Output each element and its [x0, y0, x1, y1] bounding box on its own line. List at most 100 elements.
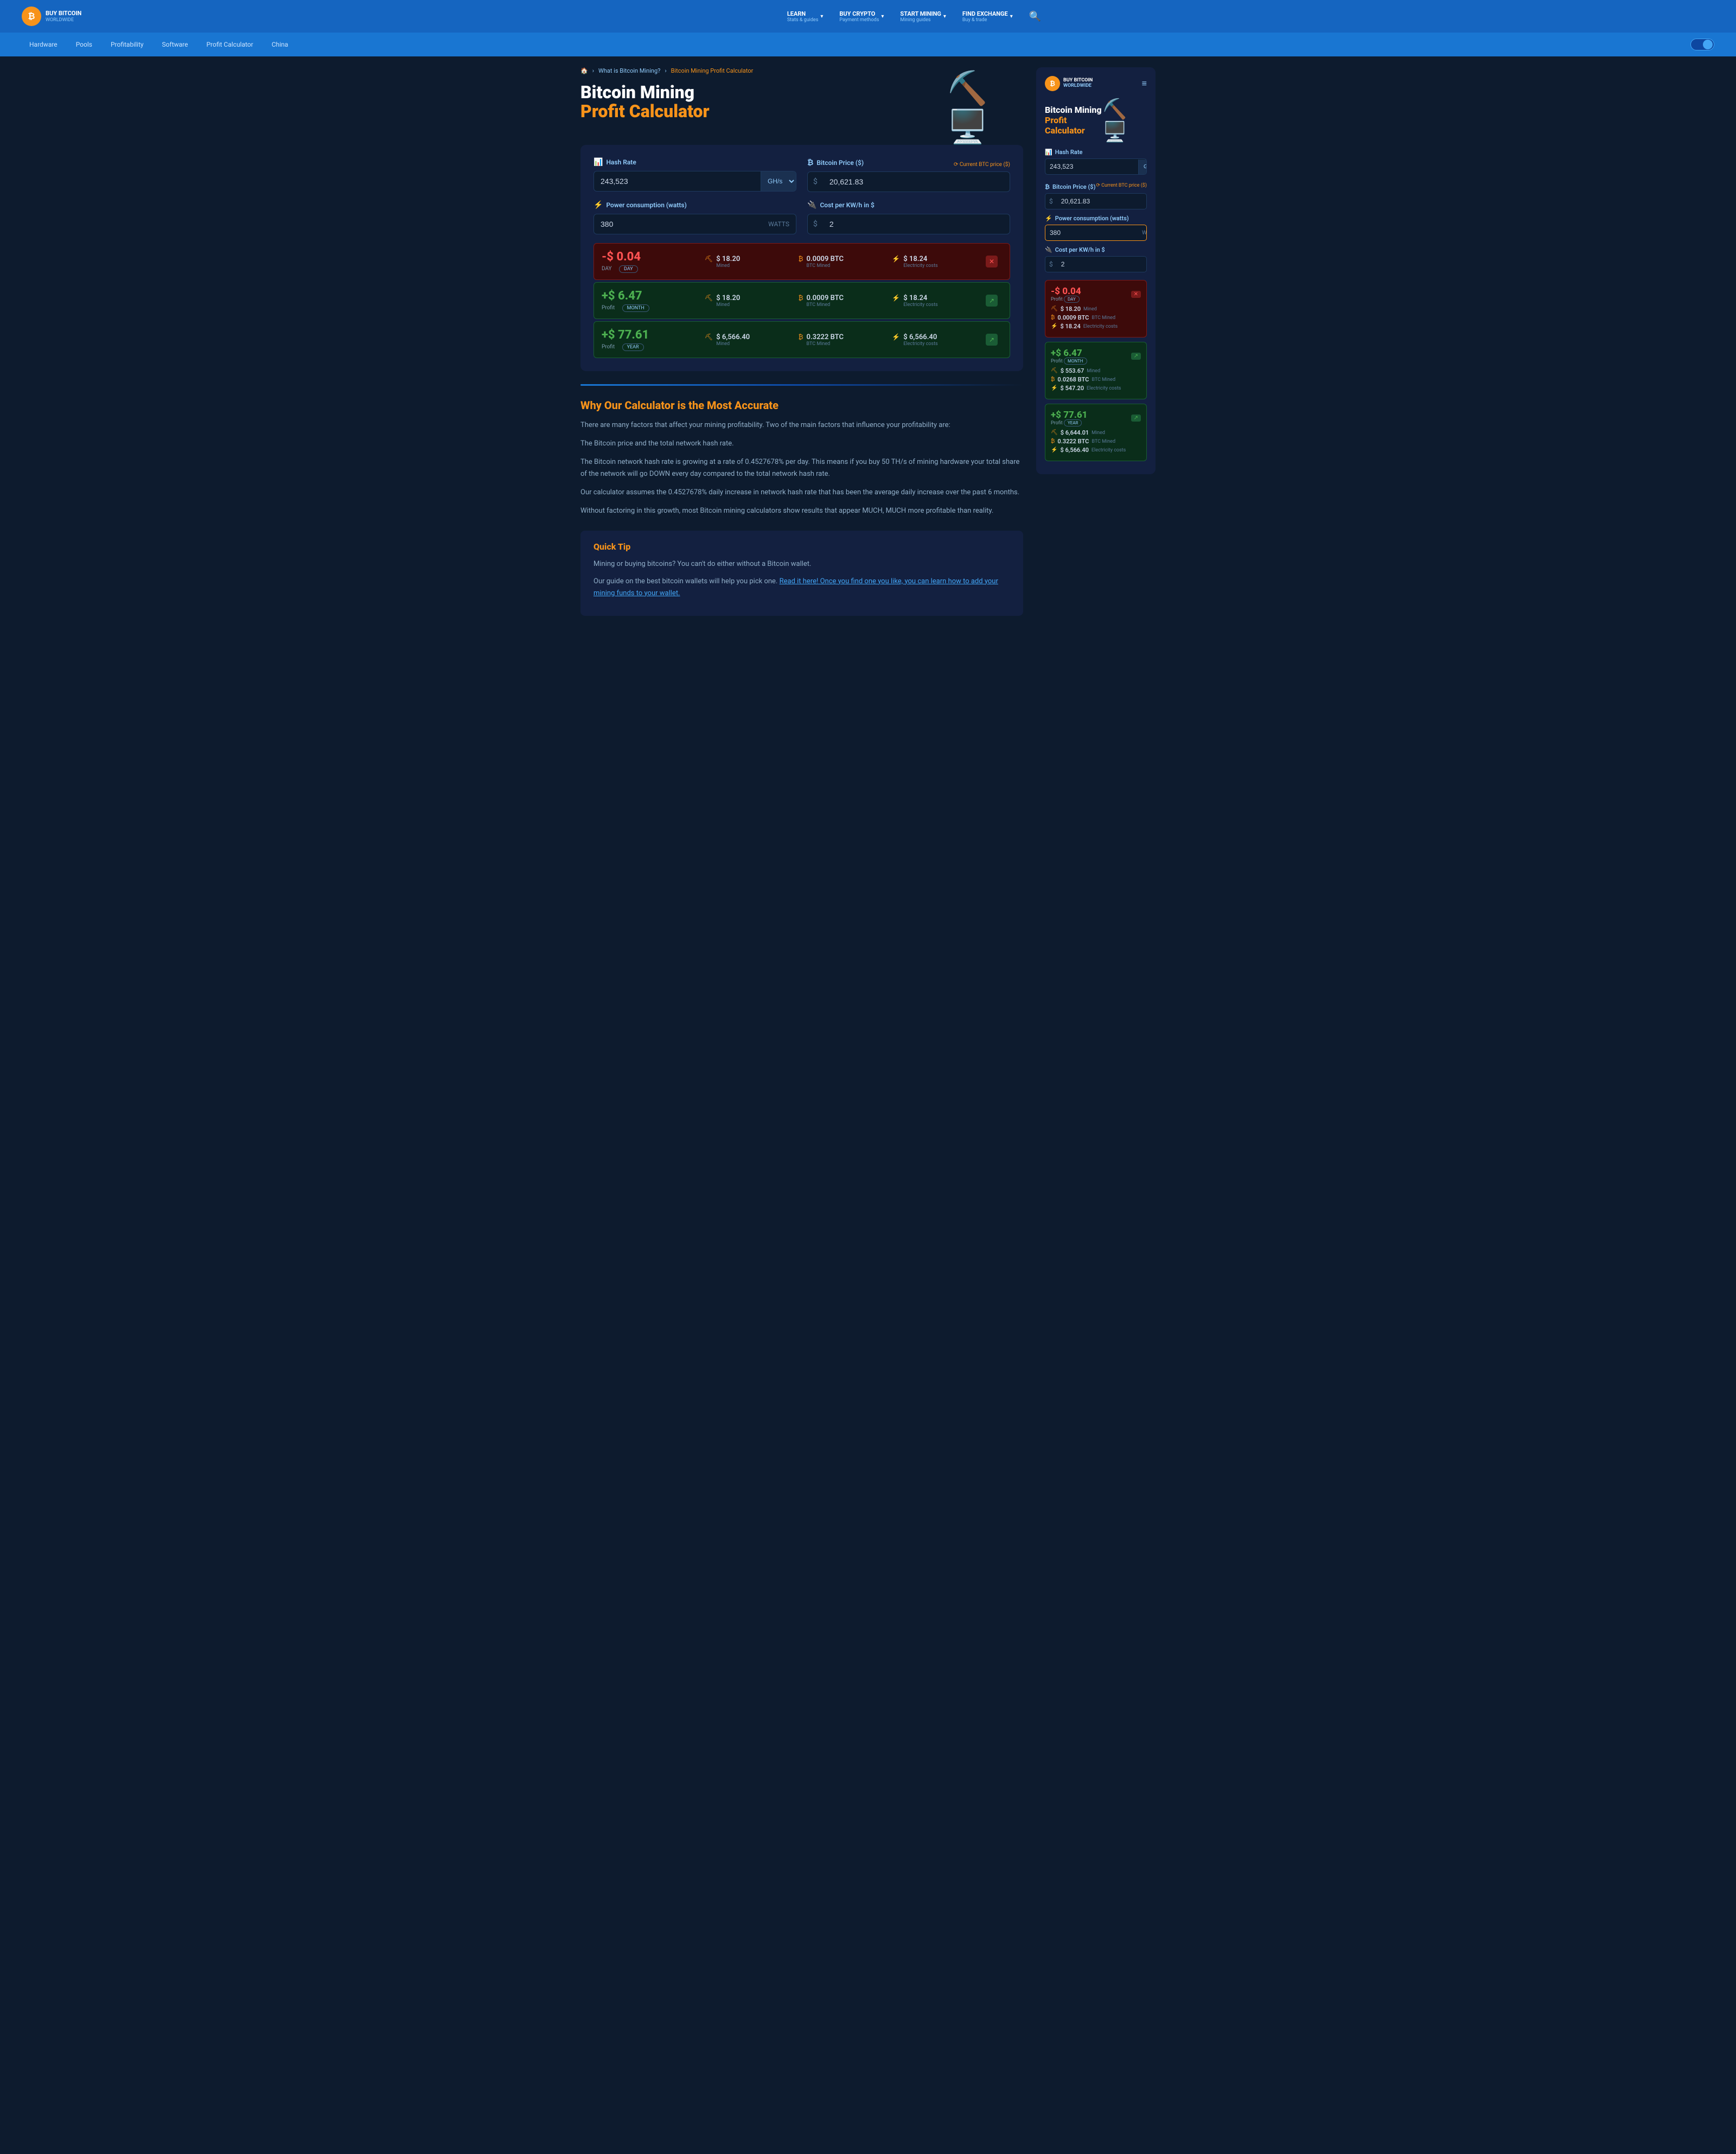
breadcrumb-parent[interactable]: What is Bitcoin Mining? — [598, 67, 660, 74]
sidebar-title-main: Bitcoin Mining — [1045, 105, 1103, 115]
article-body: There are many factors that affect your … — [580, 419, 1023, 518]
electricity-icon: ⚡ — [892, 333, 900, 341]
hashrate-icon: 📊 — [593, 158, 603, 167]
btc-mined-icon: ₿ — [799, 294, 803, 302]
day-profit-amount: -$ 0.04 — [602, 250, 699, 264]
cost-dollar-prefix: $ — [808, 220, 823, 228]
year-btc-cell: ₿ 0.3222 BTC BTC Mined — [799, 333, 887, 347]
month-btc-value: 0.0009 BTC — [807, 294, 844, 302]
sidebar-day-close[interactable]: ✕ — [1131, 291, 1141, 298]
sidebar-logo-circle: ₿ — [1045, 76, 1060, 91]
top-input-row: 📊 Hash Rate GH/s TH/s MH/s — [593, 158, 1010, 192]
home-icon[interactable]: 🏠 — [580, 67, 588, 74]
sidebar-hash-rate-unit[interactable]: GH/s TH/s — [1138, 160, 1147, 174]
subnav-pools[interactable]: Pools — [68, 36, 100, 53]
sidebar-hash-rate-label: 📊 Hash Rate — [1045, 149, 1147, 156]
year-elec-value: $ 6,566.40 — [903, 333, 937, 341]
month-expand-button[interactable]: ↗ — [986, 295, 998, 307]
btc-icon: ₿ — [807, 158, 813, 167]
sidebar-day-elec: ⚡ $ 18.24 Electricity costs — [1051, 323, 1141, 330]
sidebar-pickaxe-icon: ⛏ — [1051, 430, 1058, 436]
sidebar-elec-icon: ⚡ — [1051, 323, 1057, 329]
cost-input[interactable] — [823, 214, 1010, 234]
sidebar-power-input[interactable] — [1045, 225, 1138, 240]
page-header: Bitcoin Mining Profit Calculator ⛏️🖥️ — [580, 83, 1023, 132]
article-para-3: The Bitcoin network hash rate is growing… — [580, 456, 1023, 480]
sidebar-month-expand[interactable]: ↗ — [1131, 353, 1141, 360]
sidebar-hash-rate-input[interactable] — [1045, 159, 1138, 174]
page-title-block: Bitcoin Mining Profit Calculator — [580, 83, 710, 121]
nav-buy-crypto[interactable]: BUY CRYPTO Payment methods ▾ — [839, 10, 884, 23]
year-mined-value: $ 6,566.40 — [716, 333, 750, 341]
month-period-badge: MONTH — [622, 304, 649, 312]
subnav-hardware[interactable]: Hardware — [22, 36, 65, 53]
nav-start-mining[interactable]: START MINING Mining guides ▾ — [900, 10, 946, 23]
calculator-card: 📊 Hash Rate GH/s TH/s MH/s — [580, 145, 1023, 371]
result-row-month: +$ 6.47 Profit MONTH ⛏ $ 18.20 Mined — [593, 282, 1010, 319]
main-container: 🏠 › What is Bitcoin Mining? › Bitcoin Mi… — [570, 56, 1166, 638]
day-elec-label: Electricity costs — [903, 263, 937, 269]
content-area: 🏠 › What is Bitcoin Mining? › Bitcoin Mi… — [580, 67, 1023, 616]
chevron-down-icon: ▾ — [943, 14, 946, 20]
sidebar-title-sub: Profit Calculator — [1045, 115, 1103, 136]
day-btc-cell: ₿ 0.0009 BTC BTC Mined — [799, 255, 887, 269]
subnav-china[interactable]: China — [264, 36, 296, 53]
sidebar-year-badge: YEAR — [1064, 419, 1082, 426]
cost-icon: 🔌 — [807, 201, 816, 209]
bitcoin-price-input[interactable] — [823, 172, 1010, 192]
sidebar-result-year: +$ 77.61 Profit YEAR ↗ ⛏ $ 6,644.01 Mine… — [1045, 404, 1147, 461]
year-expand-button[interactable]: ↗ — [986, 334, 998, 346]
results-table: -$ 0.04 DAY DAY ⛏ $ 18.20 Mined — [593, 243, 1010, 358]
sidebar-elec-icon: ⚡ — [1051, 385, 1057, 391]
sidebar-btc-icon: ₿ — [1045, 183, 1050, 190]
page-title-main: Bitcoin Mining — [580, 83, 710, 102]
article-para-1: There are many factors that affect your … — [580, 419, 1023, 431]
year-profit-amount: +$ 77.61 — [602, 328, 699, 342]
mining-icon: ⛏️🖥️ — [947, 69, 1023, 146]
menu-icon[interactable]: ≡ — [1142, 78, 1147, 89]
nav-find-exchange[interactable]: FIND EXCHANGE Buy & trade ▾ — [962, 10, 1013, 23]
section-divider — [580, 384, 1023, 386]
subnav-profitability[interactable]: Profitability — [103, 36, 151, 53]
sidebar-hashrate-icon: 📊 — [1045, 149, 1052, 156]
sidebar-illustration: ⛏️🖥️ — [1103, 98, 1147, 143]
sidebar-cost-prefix: $ — [1045, 260, 1057, 268]
dark-mode-toggle[interactable] — [1690, 39, 1714, 50]
pickaxe-icon: ⛏ — [705, 255, 713, 263]
power-input[interactable] — [594, 214, 762, 234]
sidebar-btc-icon: ₿ — [1051, 438, 1055, 444]
sidebar-btc-price-input[interactable] — [1057, 194, 1147, 209]
subnav-profit-calculator[interactable]: Profit Calculator — [199, 36, 260, 53]
day-expand-button[interactable]: ✕ — [986, 256, 998, 267]
nav-learn[interactable]: LEARN Stats & guides ▾ — [787, 10, 824, 23]
sidebar-month-header: +$ 6.47 Profit MONTH ↗ — [1051, 348, 1141, 364]
dollar-prefix: $ — [808, 177, 823, 186]
hash-rate-input[interactable] — [594, 171, 761, 191]
day-btc-label: BTC Mined — [807, 263, 844, 269]
sidebar-current-btc[interactable]: ⟳ Current BTC price ($) — [1096, 183, 1147, 188]
month-mined-label: Mined — [716, 302, 740, 308]
page-title-sub: Profit Calculator — [580, 102, 710, 121]
month-mined-cell: ⛏ $ 18.20 Mined — [705, 294, 793, 308]
search-icon[interactable]: 🔍 — [1029, 11, 1041, 22]
month-profit-cell: +$ 6.47 Profit MONTH — [602, 289, 699, 312]
hash-rate-unit-select[interactable]: GH/s TH/s MH/s — [761, 171, 796, 191]
sidebar-card: ₿ BUY BITCOIN WORLDWIDE ≡ Bitcoin Mining… — [1036, 67, 1156, 474]
sidebar-month-profit: +$ 6.47 — [1051, 348, 1082, 359]
sidebar-day-profit: -$ 0.04 — [1051, 286, 1081, 297]
logo-icon: ₿ — [22, 7, 41, 26]
site-logo[interactable]: ₿ BUY BITCOIN WORLDWIDE — [22, 7, 98, 26]
hash-rate-label: 📊 Hash Rate — [593, 158, 796, 167]
article-title: Why Our Calculator is the Most Accurate — [580, 399, 1023, 412]
chevron-down-icon: ▾ — [820, 14, 823, 20]
power-input-wrapper: WATTS — [593, 214, 796, 234]
sidebar-cost-input[interactable] — [1057, 257, 1147, 272]
month-elec-label: Electricity costs — [903, 302, 937, 308]
month-btc-label: BTC Mined — [807, 302, 844, 308]
cost-input-wrapper: $ — [807, 214, 1010, 234]
subnav-software[interactable]: Software — [155, 36, 196, 53]
sidebar-btc-label-row: ₿ Bitcoin Price ($) ⟳ Current BTC price … — [1045, 178, 1147, 193]
sub-navigation: Hardware Pools Profitability Software Pr… — [0, 33, 1736, 56]
current-btc-button[interactable]: ⟳ Current BTC price ($) — [954, 162, 1010, 168]
sidebar-year-expand[interactable]: ↗ — [1131, 415, 1141, 422]
